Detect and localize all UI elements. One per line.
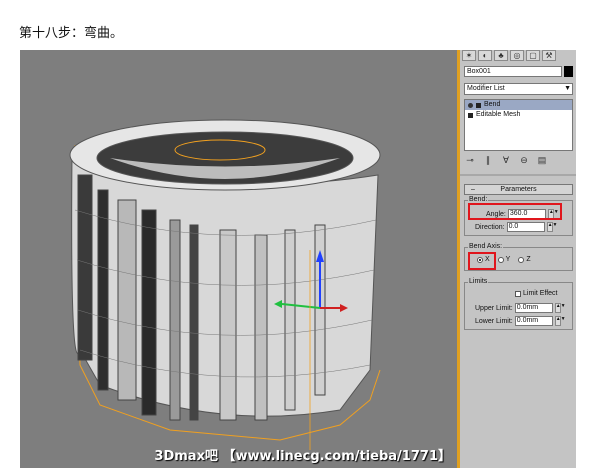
stack-toolbar: ⊸ ∥ ∀ ⊖ ▤ (464, 154, 573, 166)
watermark: 3Dmax吧 【www.linecg.com/tieba/1771】 (154, 449, 451, 464)
direction-row: Direction: 0.0 ▲▼ (475, 222, 557, 232)
stack-item-label: Bend (484, 101, 501, 108)
modifier-stack: Bend Editable Mesh (464, 99, 573, 151)
stack-item-label: Editable Mesh (476, 111, 521, 118)
lower-limit-spinner[interactable]: 0.0mm (514, 316, 553, 326)
upper-limit-row: Upper Limit: 0.0mm ▲▼ (475, 303, 566, 313)
limit-effect-checkbox[interactable] (515, 290, 521, 297)
object-color-swatch[interactable] (564, 66, 573, 77)
stack-item-editable-mesh[interactable]: Editable Mesh (465, 110, 572, 120)
radio-icon (518, 256, 525, 263)
perspective-viewport[interactable]: 3Dmax吧 【www.linecg.com/tieba/1771】 (20, 50, 457, 468)
lower-limit-label: Lower Limit: (475, 317, 513, 325)
upper-spin-arrows[interactable]: ▲▼ (554, 303, 566, 313)
make-unique-icon[interactable]: ∀ (500, 154, 512, 166)
command-tabs: ✶ ◐ ♣ ◎ ▢ ⚒ (462, 50, 574, 62)
command-panel: ✶ ◐ ♣ ◎ ▢ ⚒ Box001 Modifier List ▼ Bend … (457, 50, 576, 468)
stack-item-bend[interactable]: Bend (465, 100, 572, 110)
show-end-result-icon[interactable]: ∥ (482, 154, 494, 166)
axis-y-label: Y (505, 256, 511, 263)
axis-z-label: Z (526, 256, 531, 263)
object-name-field[interactable]: Box001 (464, 66, 562, 77)
motion-icon[interactable]: ◎ (510, 50, 524, 61)
limit-effect-row[interactable]: Limit Effect (515, 290, 558, 297)
divider (460, 174, 576, 176)
modifier-icon (476, 102, 481, 108)
direction-spin-arrows[interactable]: ▲▼ (546, 222, 557, 232)
hierarchy-icon[interactable]: ♣ (494, 50, 508, 61)
bend-axis-label: Bend Axis: (468, 243, 504, 251)
utilities-icon[interactable]: ⚒ (542, 50, 556, 61)
axis-y-radio[interactable]: Y (497, 256, 511, 263)
step-caption: 第十八步：弯曲。 (19, 26, 124, 41)
chevron-down-icon: ▼ (564, 85, 571, 92)
collapse-icon: – (471, 186, 475, 193)
lower-limit-row: Lower Limit: 0.0mm ▲▼ (475, 316, 566, 326)
angle-highlight-box (468, 203, 562, 220)
direction-label: Direction: (475, 223, 505, 231)
screenshot: 3Dmax吧 【www.linecg.com/tieba/1771】 ✶ ◐ ♣… (20, 50, 576, 468)
upper-limit-spinner[interactable]: 0.0mm (514, 303, 553, 313)
create-icon[interactable]: ✶ (462, 50, 476, 61)
mesh-icon (468, 112, 473, 118)
modifier-list-dropdown[interactable]: Modifier List ▼ (464, 83, 573, 95)
radio-icon (497, 256, 504, 263)
direction-spinner[interactable]: 0.0 (506, 222, 545, 232)
limits-group: Limits Limit Effect Upper Limit: 0.0mm ▲… (464, 278, 573, 330)
modifier-list-label: Modifier List (467, 85, 505, 92)
remove-modifier-icon[interactable]: ⊖ (518, 154, 530, 166)
limits-label: Limits (468, 278, 489, 286)
axis-z-radio[interactable]: Z (518, 256, 531, 263)
lower-spin-arrows[interactable]: ▲▼ (554, 316, 566, 326)
modify-icon[interactable]: ◐ (478, 50, 492, 61)
pin-stack-icon[interactable]: ⊸ (464, 154, 476, 166)
parameters-rollout-header[interactable]: – Parameters (464, 184, 573, 195)
axis-x-highlight-box (468, 252, 496, 270)
bent-cylinder-render (69, 119, 381, 450)
configure-sets-icon[interactable]: ▤ (536, 154, 548, 166)
lightbulb-icon[interactable] (468, 102, 473, 108)
display-icon[interactable]: ▢ (526, 50, 540, 61)
upper-limit-label: Upper Limit: (475, 304, 513, 312)
limit-effect-label: Limit Effect (523, 290, 558, 297)
parameters-title: Parameters (500, 186, 537, 193)
